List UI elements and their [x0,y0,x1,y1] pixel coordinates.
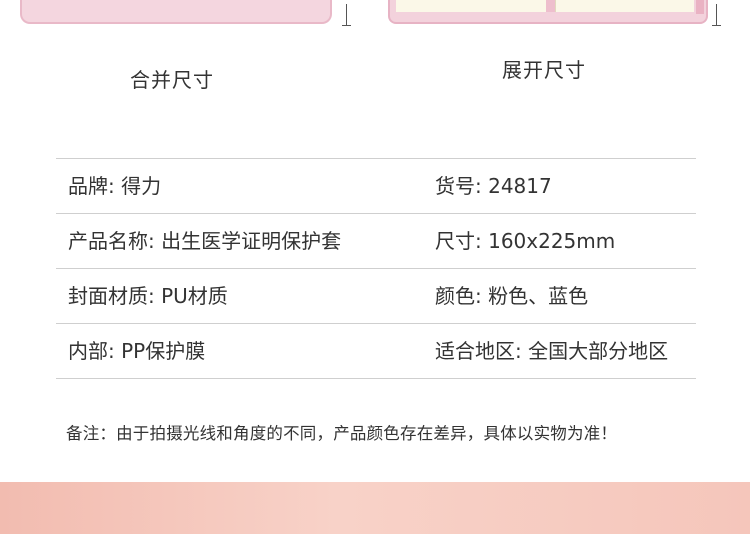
open-folder-right-page [555,0,694,12]
spec-row: 封面材质: PU材质 颜色: 粉色、蓝色 [56,269,696,324]
spec-interior: 内部: PP保护膜 [68,339,206,363]
spec-region: 适合地区: 全国大部分地区 [435,339,669,363]
open-folder-left-page [396,0,547,12]
spec-row: 品牌: 得力 货号: 24817 [56,159,696,214]
closed-folder-image [20,0,332,24]
spec-item-number: 货号: 24817 [435,174,552,198]
closed-size-caption: 合并尺寸 [130,68,214,92]
spec-product-name: 产品名称: 出生医学证明保护套 [68,229,342,253]
open-height-dimension-line [712,4,721,26]
spec-size: 尺寸: 160x225mm [435,229,616,253]
spec-table: 品牌: 得力 货号: 24817 产品名称: 出生医学证明保护套 尺寸: 160… [56,158,696,379]
spec-row: 内部: PP保护膜 适合地区: 全国大部分地区 [56,324,696,379]
closed-height-dimension-line [342,4,351,26]
open-folder-strap [696,0,704,14]
spec-row: 产品名称: 出生医学证明保护套 尺寸: 160x225mm [56,214,696,269]
disclaimer-note: 备注：由于拍摄光线和角度的不同，产品颜色存在差异，具体以实物为准！ [66,424,618,443]
spec-color: 颜色: 粉色、蓝色 [435,284,589,308]
spec-cover-material: 封面材质: PU材质 [68,284,228,308]
spec-brand: 品牌: 得力 [68,174,162,198]
open-folder-image [388,0,708,24]
open-size-caption: 展开尺寸 [502,58,586,82]
bottom-decorative-band [0,482,750,534]
